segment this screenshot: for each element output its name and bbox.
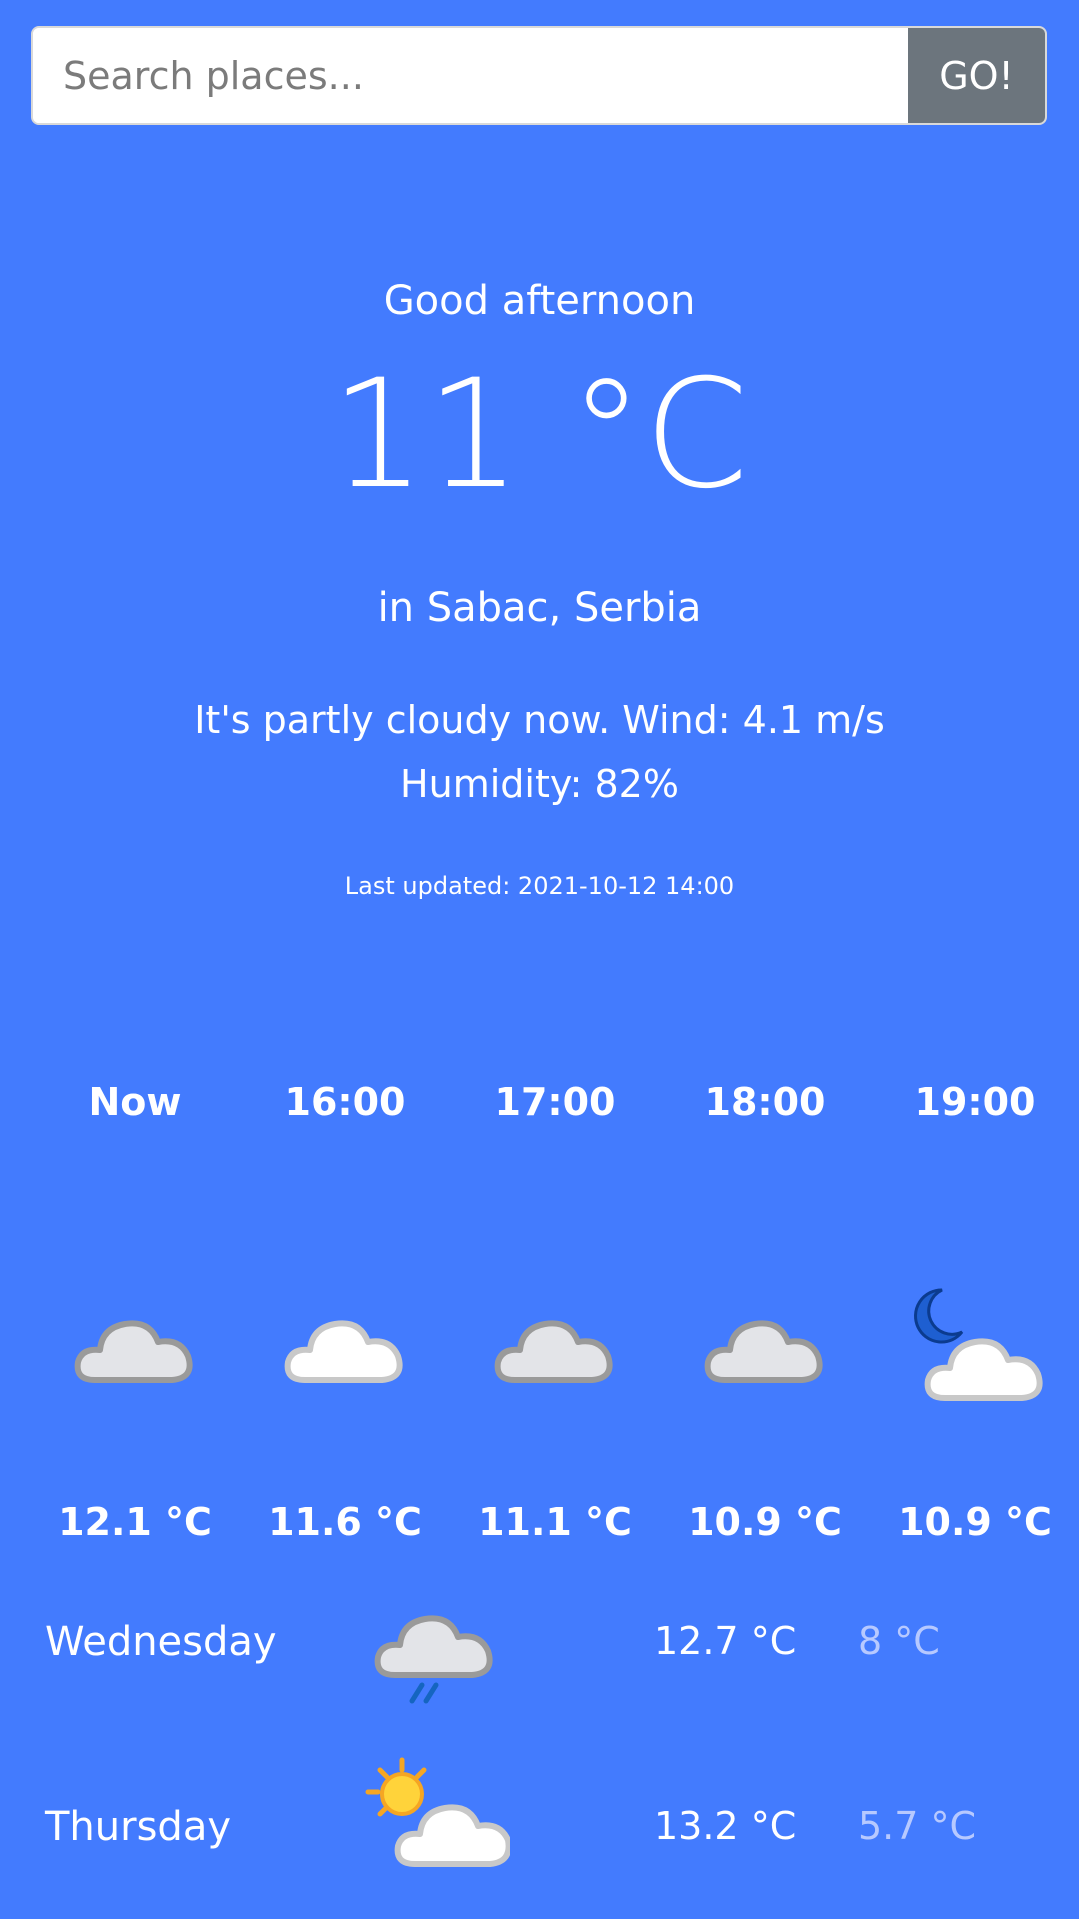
last-updated: Last updated: 2021-10-12 14:00 — [344, 872, 735, 900]
hour-temperature: 11.6 °C — [268, 1500, 422, 1544]
hour-column: 19:00 10.9 °C — [870, 1080, 1079, 1544]
hour-label: 19:00 — [914, 1080, 1036, 1124]
hour-label: 16:00 — [284, 1080, 406, 1124]
hour-column: 18:00 10.9 °C — [660, 1080, 870, 1544]
greeting: Good afternoon — [383, 278, 696, 324]
hour-label: 17:00 — [494, 1080, 616, 1124]
rain-cloud-icon — [360, 1575, 510, 1725]
cloud-icon — [30, 1240, 240, 1450]
current-temperature: 11 °C — [330, 348, 749, 522]
hour-temperature: 12.1 °C — [58, 1500, 212, 1544]
moon-cloud-icon — [870, 1240, 1079, 1450]
search-input[interactable] — [33, 28, 908, 123]
hour-label: Now — [88, 1080, 182, 1124]
day-low-temp: 8 °C — [858, 1619, 940, 1663]
description-line-1: It's partly cloudy now. Wind: 4.1 m/s — [194, 698, 885, 742]
hour-temperature: 11.1 °C — [478, 1500, 632, 1544]
weather-description: It's partly cloudy now. Wind: 4.1 m/s Hu… — [0, 688, 1079, 816]
hour-column: 17:00 11.1 °C — [450, 1080, 660, 1544]
go-button[interactable]: GO! — [908, 28, 1045, 123]
day-name: Wednesday — [45, 1619, 277, 1665]
daily-row: Thursday 13.2 °C 5.7 °C — [0, 1752, 1079, 1902]
cloud-icon — [240, 1240, 450, 1450]
location-label: in Sabac, Serbia — [377, 585, 702, 631]
hour-temperature: 10.9 °C — [688, 1500, 842, 1544]
hourly-forecast: Now 12.1 °C 16:00 11.6 °C 17:00 11.1 °C … — [30, 1080, 1079, 1544]
day-name: Thursday — [45, 1804, 231, 1850]
hour-column: Now 12.1 °C — [30, 1080, 240, 1544]
sun-cloud-icon — [360, 1752, 512, 1902]
day-high-temp: 13.2 °C — [654, 1804, 797, 1848]
cloud-icon — [660, 1240, 870, 1450]
hour-label: 18:00 — [704, 1080, 826, 1124]
hour-temperature: 10.9 °C — [898, 1500, 1052, 1544]
search-bar: GO! — [31, 26, 1047, 125]
day-high-temp: 12.7 °C — [654, 1619, 797, 1663]
daily-row: Wednesday 12.7 °C 8 °C — [0, 1575, 1079, 1725]
day-low-temp: 5.7 °C — [858, 1804, 977, 1848]
description-line-2: Humidity: 82% — [400, 762, 679, 806]
cloud-icon — [450, 1240, 660, 1450]
hour-column: 16:00 11.6 °C — [240, 1080, 450, 1544]
